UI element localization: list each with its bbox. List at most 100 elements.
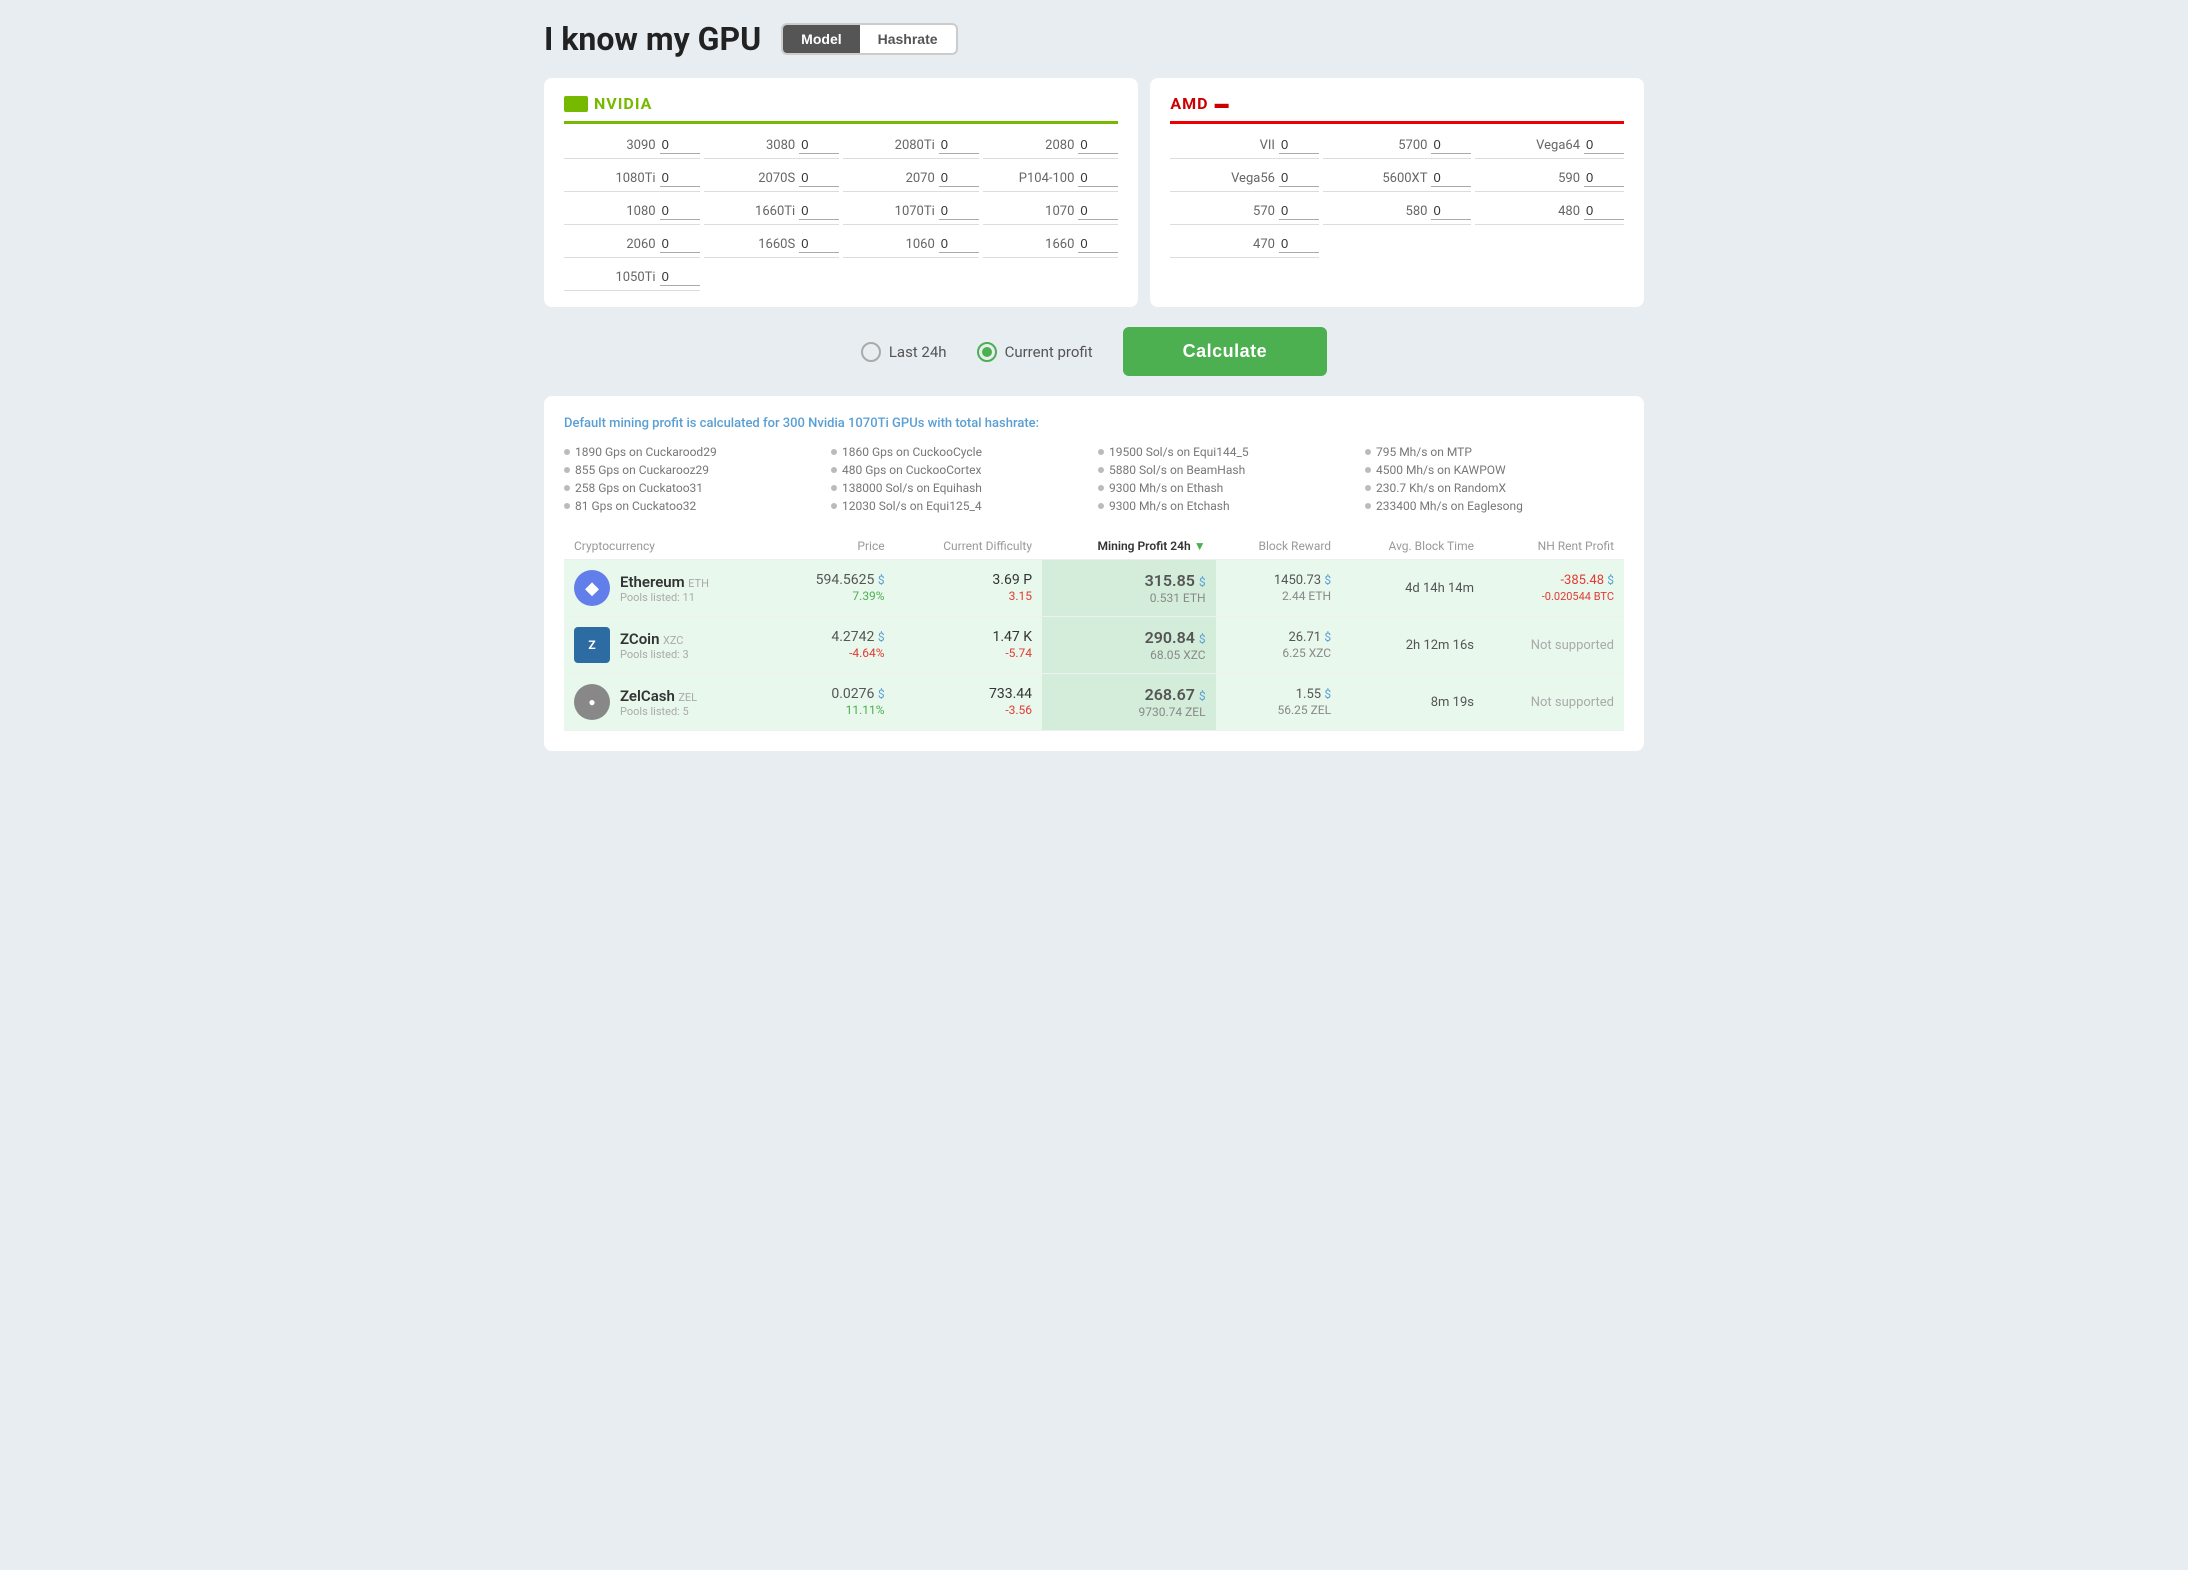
block-reward-cell: 1.55 $ 56.25 ZEL	[1216, 674, 1342, 731]
block-reward-sub: 6.25 XZC	[1282, 646, 1331, 660]
gpu-label: 1070	[1045, 204, 1074, 219]
gpu-quantity-input[interactable]	[1431, 136, 1471, 154]
mode-toggle: Model Hashrate	[781, 23, 957, 55]
hashrate-grid: 1890 Gps on Cuckarood291860 Gps on Cucko…	[564, 445, 1624, 513]
gpu-quantity-input[interactable]	[660, 235, 700, 253]
table-header-profit[interactable]: Mining Profit 24h ▼	[1042, 533, 1216, 560]
nvidia-gpu-item: 1660S	[704, 235, 840, 258]
gpu-quantity-input[interactable]	[799, 202, 839, 220]
gpu-quantity-input[interactable]	[1078, 202, 1118, 220]
gpu-quantity-input[interactable]	[939, 235, 979, 253]
gpu-quantity-input[interactable]	[660, 202, 700, 220]
nvidia-gpu-item: 1070	[983, 202, 1119, 225]
current-profit-radio[interactable]	[977, 342, 997, 362]
hashrate-dot	[831, 485, 837, 491]
coin-cell: ● ZelCash ZEL Pools listed: 5	[564, 674, 774, 731]
calculate-button[interactable]: Calculate	[1123, 327, 1328, 376]
gpu-quantity-input[interactable]	[799, 235, 839, 253]
gpu-quantity-input[interactable]	[1078, 235, 1118, 253]
amd-gpu-item: Vega64	[1475, 136, 1624, 159]
table-row: ◆ Ethereum ETH Pools listed: 11 594.5625…	[564, 560, 1624, 617]
hashrate-text: 5880 Sol/s on BeamHash	[1109, 463, 1245, 477]
hashrate-text: 138000 Sol/s on Equihash	[842, 481, 982, 495]
amd-brand: AMD ▬	[1170, 94, 1624, 124]
gpu-quantity-input[interactable]	[1279, 202, 1319, 220]
nvidia-gpu-item: 2070	[843, 169, 979, 192]
gpu-label: 1070Ti	[895, 204, 935, 219]
coin-name: ZCoin	[620, 630, 659, 648]
hashrate-dot	[564, 485, 570, 491]
nvidia-gpu-item: 3090	[564, 136, 700, 159]
coin-pools: Pools listed: 3	[620, 648, 689, 661]
block-time-value: 4d 14h 14m	[1405, 581, 1474, 596]
gpu-label: Vega56	[1231, 171, 1275, 186]
gpu-label: 1660S	[758, 237, 795, 252]
price-change: -4.64%	[849, 646, 885, 660]
nvidia-gpu-item: 1660Ti	[704, 202, 840, 225]
gpu-quantity-input[interactable]	[1584, 202, 1624, 220]
hashrate-item: 5880 Sol/s on BeamHash	[1098, 463, 1357, 477]
gpu-quantity-input[interactable]	[1431, 169, 1471, 187]
nvidia-label: NVIDIA	[594, 94, 652, 113]
hashrate-text: 12030 Sol/s on Equi125_4	[842, 499, 982, 513]
hashrate-dot	[564, 467, 570, 473]
gpu-quantity-input[interactable]	[1431, 202, 1471, 220]
gpu-quantity-input[interactable]	[1078, 169, 1118, 187]
block-time-cell: 2h 12m 16s	[1341, 617, 1484, 674]
hashrate-dot	[1365, 449, 1371, 455]
profit-value: 315.85 $	[1145, 571, 1206, 590]
last24h-radio-label[interactable]: Last 24h	[861, 342, 947, 362]
amd-gpu-item: Vega56	[1170, 169, 1319, 192]
gpu-quantity-input[interactable]	[799, 136, 839, 154]
coin-name: ZelCash	[620, 687, 675, 705]
gpu-quantity-input[interactable]	[660, 169, 700, 187]
block-reward-value: 26.71 $	[1288, 630, 1331, 645]
difficulty-change: 3.15	[1009, 589, 1032, 603]
amd-gpu-item: 590	[1475, 169, 1624, 192]
current-profit-radio-label[interactable]: Current profit	[977, 342, 1093, 362]
hashrate-item: 230.7 Kh/s on RandomX	[1365, 481, 1624, 495]
nvidia-gpu-item: 1080	[564, 202, 700, 225]
gpu-quantity-input[interactable]	[1279, 136, 1319, 154]
nvidia-gpu-item: P104-100	[983, 169, 1119, 192]
coin-ticker: ETH	[688, 577, 709, 590]
model-toggle-btn[interactable]: Model	[783, 25, 859, 53]
amd-gpu-item: 5600XT	[1323, 169, 1472, 192]
gpu-quantity-input[interactable]	[1279, 235, 1319, 253]
gpu-quantity-input[interactable]	[1584, 136, 1624, 154]
nvidia-gpu-item: 1080Ti	[564, 169, 700, 192]
gpu-quantity-input[interactable]	[660, 268, 700, 286]
gpu-label: 2080	[1045, 138, 1074, 153]
nvidia-icon	[564, 96, 588, 112]
hashrate-text: 795 Mh/s on MTP	[1376, 445, 1472, 459]
nvidia-gpu-item: 3080	[704, 136, 840, 159]
coin-ticker: ZEL	[678, 691, 697, 704]
table-header-block_time: Avg. Block Time	[1341, 533, 1484, 560]
profit-cell: 268.67 $ 9730.74 ZEL	[1042, 674, 1216, 731]
gpu-quantity-input[interactable]	[660, 136, 700, 154]
hashrate-item: 1860 Gps on CuckooCycle	[831, 445, 1090, 459]
nvidia-section: NVIDIA 3090 3080 2080Ti 2080 1080Ti	[544, 78, 1138, 307]
nvidia-gpu-item: 2070S	[704, 169, 840, 192]
amd-gpu-item: 580	[1323, 202, 1472, 225]
gpu-quantity-input[interactable]	[799, 169, 839, 187]
difficulty-value: 3.69 P	[992, 572, 1032, 588]
amd-label: AMD	[1170, 94, 1208, 113]
gpu-quantity-input[interactable]	[1078, 136, 1118, 154]
gpu-label: 570	[1253, 204, 1275, 219]
nvidia-gpu-grid: 3090 3080 2080Ti 2080 1080Ti 2070S	[564, 136, 1118, 291]
gpu-label: 580	[1406, 204, 1428, 219]
hashrate-text: 480 Gps on CuckooCortex	[842, 463, 981, 477]
gpu-quantity-input[interactable]	[939, 169, 979, 187]
coin-ticker: XZC	[663, 634, 684, 647]
last24h-radio[interactable]	[861, 342, 881, 362]
gpu-quantity-input[interactable]	[1279, 169, 1319, 187]
gpu-quantity-input[interactable]	[939, 202, 979, 220]
hashrate-item: 19500 Sol/s on Equi144_5	[1098, 445, 1357, 459]
gpu-quantity-input[interactable]	[939, 136, 979, 154]
hashrate-toggle-btn[interactable]: Hashrate	[860, 25, 956, 53]
hashrate-text: 81 Gps on Cuckatoo32	[575, 499, 696, 513]
gpu-label: 3080	[766, 138, 795, 153]
hashrate-text: 1860 Gps on CuckooCycle	[842, 445, 982, 459]
gpu-quantity-input[interactable]	[1584, 169, 1624, 187]
